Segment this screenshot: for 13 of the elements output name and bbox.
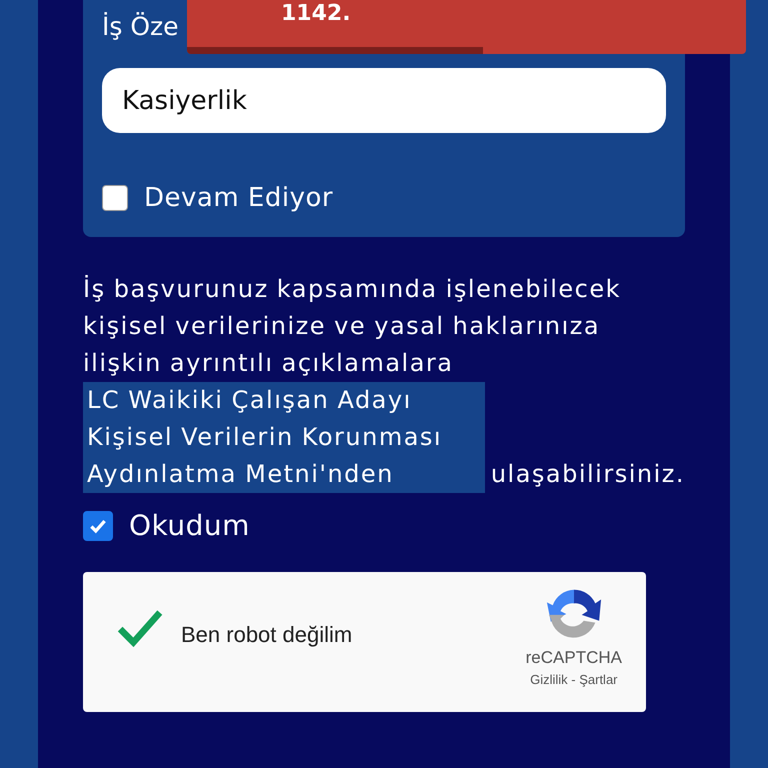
field-label: İş Öze [102, 12, 180, 43]
privacy-terms-link[interactable]: Gizlilik - Şartlar [530, 672, 618, 687]
input-field[interactable]: Kasiyerlik [102, 68, 666, 133]
privacy-link[interactable]: LC Waikiki Çalışan Adayı Kişisel Verilerin Korunması Aydınlatma Metni'nden [83, 382, 485, 493]
recaptcha-brand: reCAPTCHA [526, 648, 622, 668]
toast-message: 1142. [281, 1, 351, 26]
checkbox-label: Devam Ediyor [144, 183, 334, 213]
captcha-label: Ben robot değilim [181, 622, 354, 648]
checkbox-label: Okudum [129, 509, 250, 542]
consent-text: ulaşabilirsiniz. [490, 459, 685, 490]
consent-text: İş başvurunuz kapsamında işlenebilecek kişisel verilerinize ve yasal haklarınıza ilişkin ayrıntılı açıklamalara [83, 274, 622, 379]
checkbox[interactable] [83, 510, 113, 540]
checkbox[interactable] [102, 185, 128, 211]
